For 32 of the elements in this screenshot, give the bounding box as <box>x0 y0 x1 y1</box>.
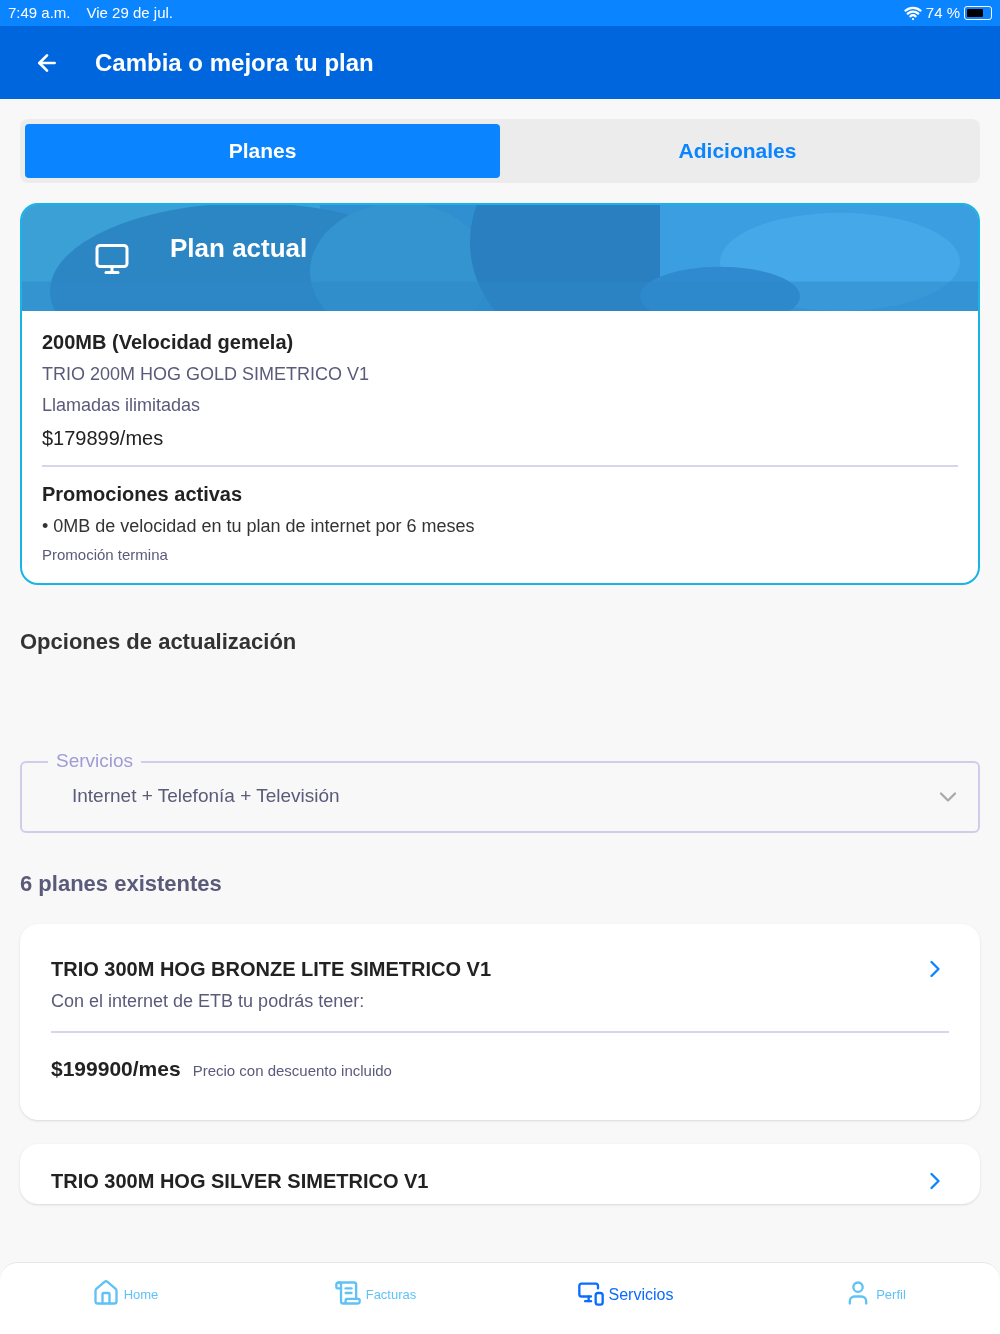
home-icon <box>91 1279 120 1307</box>
tab[interactable]: Planes <box>25 124 500 178</box>
plan-name: 200MB (Velocidad gemela) <box>42 330 295 355</box>
plan-card[interactable]: TRIO 300M HOG BRONZE LITE SIMETRICO V1 Con el internet de ETB tu podrás tener: $199900/mes Precio con descuento incluido <box>20 923 980 1120</box>
promotion-note: Promoción termina <box>42 545 169 565</box>
plan-price: $199900/mes <box>51 1055 181 1082</box>
plan-title: TRIO 300M HOG BRONZE LITE SIMETRICO V1 <box>51 956 493 982</box>
page-title: Cambia o mejora tu plan <box>95 47 374 78</box>
promotion-item: • 0MB de velocidad en tu plan de internet por 6 meses <box>42 515 476 538</box>
battery-percent: 74 % <box>925 2 960 23</box>
plan-calls: Llamadas ilimitadas <box>42 394 202 417</box>
nav-tab[interactable]: Servicios <box>500 1263 750 1334</box>
nav-tab[interactable]: Home <box>0 1263 250 1334</box>
battery-icon <box>964 6 992 20</box>
status-time: 7:49 a.m. <box>8 2 71 23</box>
price-note: Precio con descuento incluido <box>192 1060 392 1081</box>
nav-tab[interactable]: Facturas <box>250 1263 500 1334</box>
plan-description: Con el internet de ETB tu podrás tener: <box>51 989 366 1013</box>
select-value: Internet + Telefonía + Televisión <box>72 784 341 809</box>
plans-count: 6 planes existentes <box>20 869 223 898</box>
tv-icon <box>94 241 130 277</box>
section-heading: Opciones de actualización <box>20 627 298 656</box>
card-title: Plan actual <box>170 232 308 265</box>
nav-tab[interactable]: Perfil <box>750 1263 1000 1334</box>
status-date: Vie 29 de jul. <box>86 2 173 23</box>
tab[interactable]: Adicionales <box>500 124 975 178</box>
plan-code: TRIO 200M HOG GOLD SIMETRICO V1 <box>42 363 371 386</box>
promotions-title: Promociones activas <box>42 482 244 507</box>
plan-title: TRIO 300M HOG SILVER SIMETRICO V1 <box>51 1169 430 1194</box>
plan-price: $179899/mes <box>42 426 165 451</box>
plan-card[interactable]: TRIO 300M HOG SILVER SIMETRICO V1 <box>20 1144 980 1204</box>
wifi-icon <box>903 4 922 22</box>
